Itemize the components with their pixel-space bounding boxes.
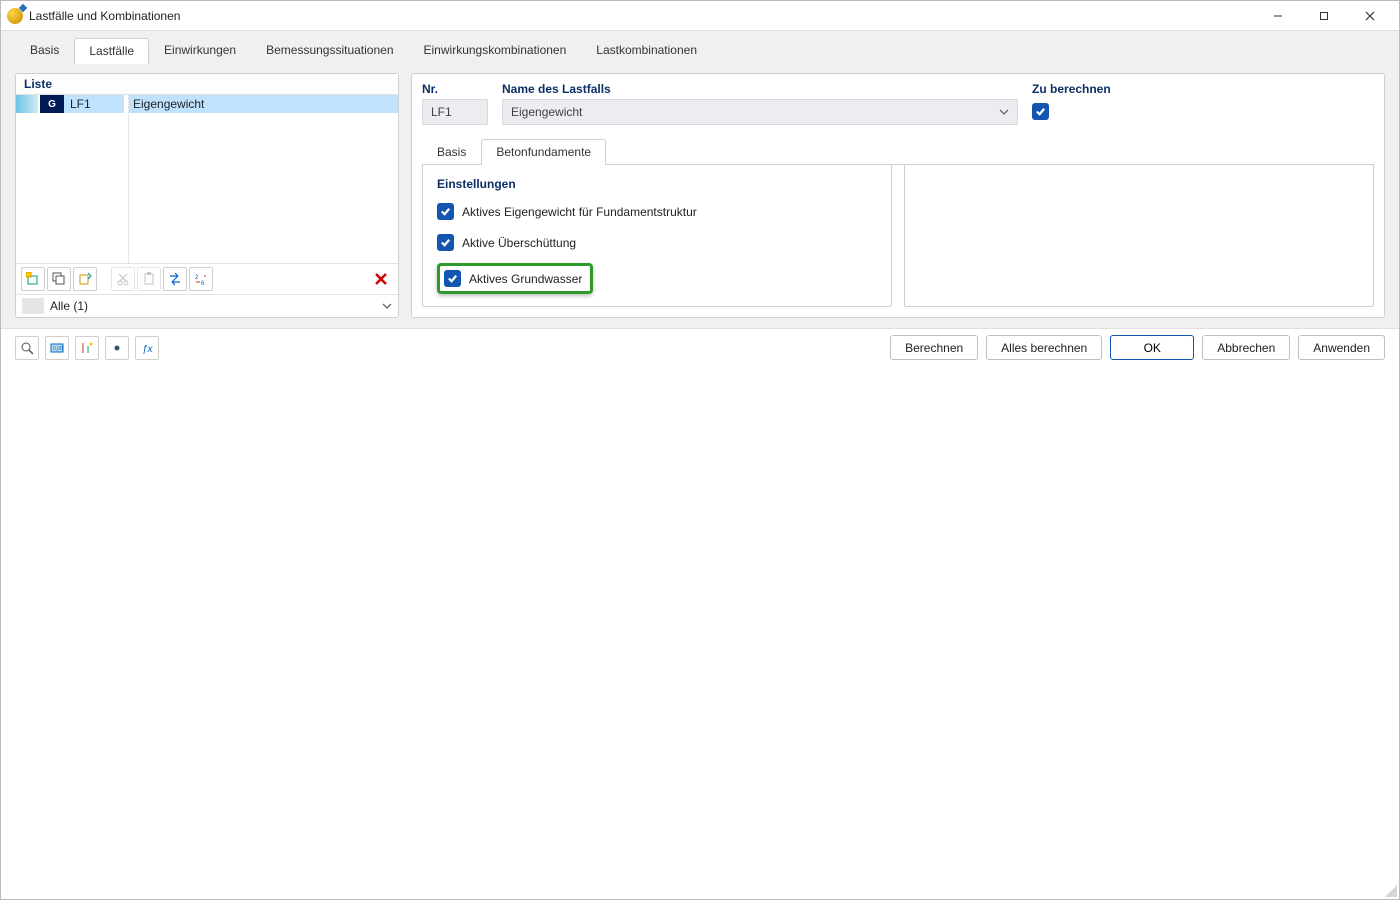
berechnen-button[interactable]: Berechnen [890,335,978,360]
alles-berechnen-button[interactable]: Alles berechnen [986,335,1102,360]
function-icon[interactable]: ƒx [135,336,159,360]
paste-button[interactable] [137,267,161,291]
search-icon[interactable] [15,336,39,360]
chevron-down-icon [382,301,392,311]
calc-checkbox[interactable] [1032,103,1049,120]
subtab-basis[interactable]: Basis [422,139,481,165]
minimize-button[interactable] [1255,1,1301,31]
nr-field[interactable]: LF1 [422,99,488,125]
preview-panel [904,164,1374,307]
opt3-highlight: Aktives Grundwasser [437,263,593,294]
nr-value: LF1 [431,105,452,119]
subtab-betonfundamente[interactable]: Betonfundamente [481,139,606,165]
list-row[interactable]: G LF1 [16,95,124,113]
titlebar: Lastfälle und Kombinationen [1,1,1399,31]
renumber-button[interactable]: 26 [189,267,213,291]
abbrechen-button[interactable]: Abbrechen [1202,335,1290,360]
list-toolbar: 26 [16,263,398,294]
maximize-button[interactable] [1301,1,1347,31]
resize-grip-icon[interactable] [1385,885,1397,897]
window-title: Lastfälle und Kombinationen [29,9,180,23]
svg-text:0,00: 0,00 [53,346,63,352]
opt3-checkbox[interactable] [444,270,461,287]
dialog-window: Lastfälle und Kombinationen Basis Lastfä… [0,0,1400,900]
new-item-button[interactable] [21,267,45,291]
cut-button[interactable] [111,267,135,291]
svg-text:ƒx: ƒx [142,344,154,355]
tab-einwirkungen[interactable]: Einwirkungen [149,37,251,63]
list-filter[interactable]: Alle (1) [16,294,398,317]
svg-text:6: 6 [201,281,205,286]
copy-item-button[interactable] [47,267,71,291]
filter-swatch [22,298,44,314]
opt2-label: Aktive Überschüttung [462,236,576,250]
close-button[interactable] [1347,1,1393,31]
main-tabs: Basis Lastfälle Einwirkungen Bemessungss… [1,31,1399,328]
opt1-label: Aktives Eigengewicht für Fundamentstrukt… [462,205,697,219]
color-swatch [16,95,40,113]
name-label: Name des Lastfalls [502,82,1018,96]
row-name[interactable]: Eigengewicht [129,95,398,113]
sub-tabs: Basis Betonfundamente [422,139,1374,165]
name-field[interactable]: Eigengewicht [502,99,1018,125]
nr-label: Nr. [422,82,488,96]
units-icon[interactable]: 0,00 [45,336,69,360]
opt3-label: Aktives Grundwasser [469,272,582,286]
bottom-bar: 0,00 ƒx Berechnen Alles berechnen OK Abb… [1,328,1399,366]
list-panel: Liste G LF1 Eigengewicht [15,73,399,318]
opt2-checkbox[interactable] [437,234,454,251]
measure-icon[interactable] [75,336,99,360]
tab-lastfaelle[interactable]: Lastfälle [74,38,149,64]
point-icon[interactable] [105,336,129,360]
calc-label: Zu berechnen [1032,82,1374,96]
row-lf-id: LF1 [68,97,96,111]
tab-lastkombinationen[interactable]: Lastkombinationen [581,37,712,63]
insert-item-button[interactable] [73,267,97,291]
list-header: Liste [16,74,398,94]
tab-basis[interactable]: Basis [15,37,74,63]
tab-einwirkungskombinationen[interactable]: Einwirkungskombinationen [409,37,582,63]
chevron-down-icon [999,107,1009,117]
details-panel: Nr. LF1 Name des Lastfalls Eigengewicht … [411,73,1385,318]
delete-button[interactable] [369,267,393,291]
tab-bemessungssituationen[interactable]: Bemessungssituationen [251,37,408,63]
settings-panel: Einstellungen Aktives Eigengewicht für F… [422,164,892,307]
ok-button[interactable]: OK [1110,335,1194,360]
app-icon [7,8,23,24]
opt1-checkbox[interactable] [437,203,454,220]
swap-button[interactable] [163,267,187,291]
category-badge: G [40,95,68,113]
settings-title: Einstellungen [437,177,877,191]
filter-text: Alle (1) [50,299,376,313]
anwenden-button[interactable]: Anwenden [1298,335,1385,360]
name-value: Eigengewicht [511,105,582,119]
svg-text:2: 2 [195,275,199,281]
